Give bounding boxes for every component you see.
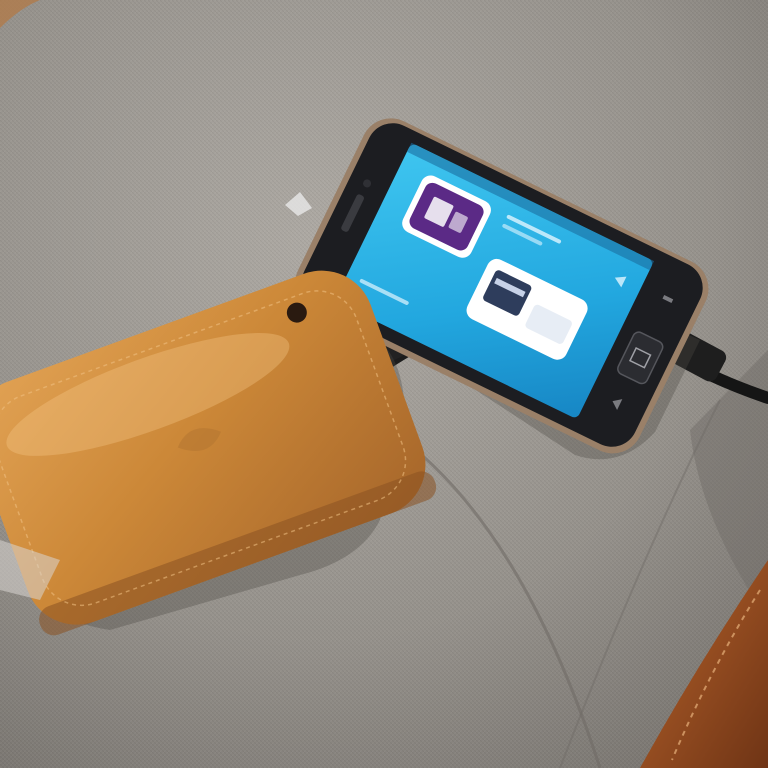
photo-scene	[0, 0, 768, 768]
photo-canvas	[0, 0, 768, 768]
